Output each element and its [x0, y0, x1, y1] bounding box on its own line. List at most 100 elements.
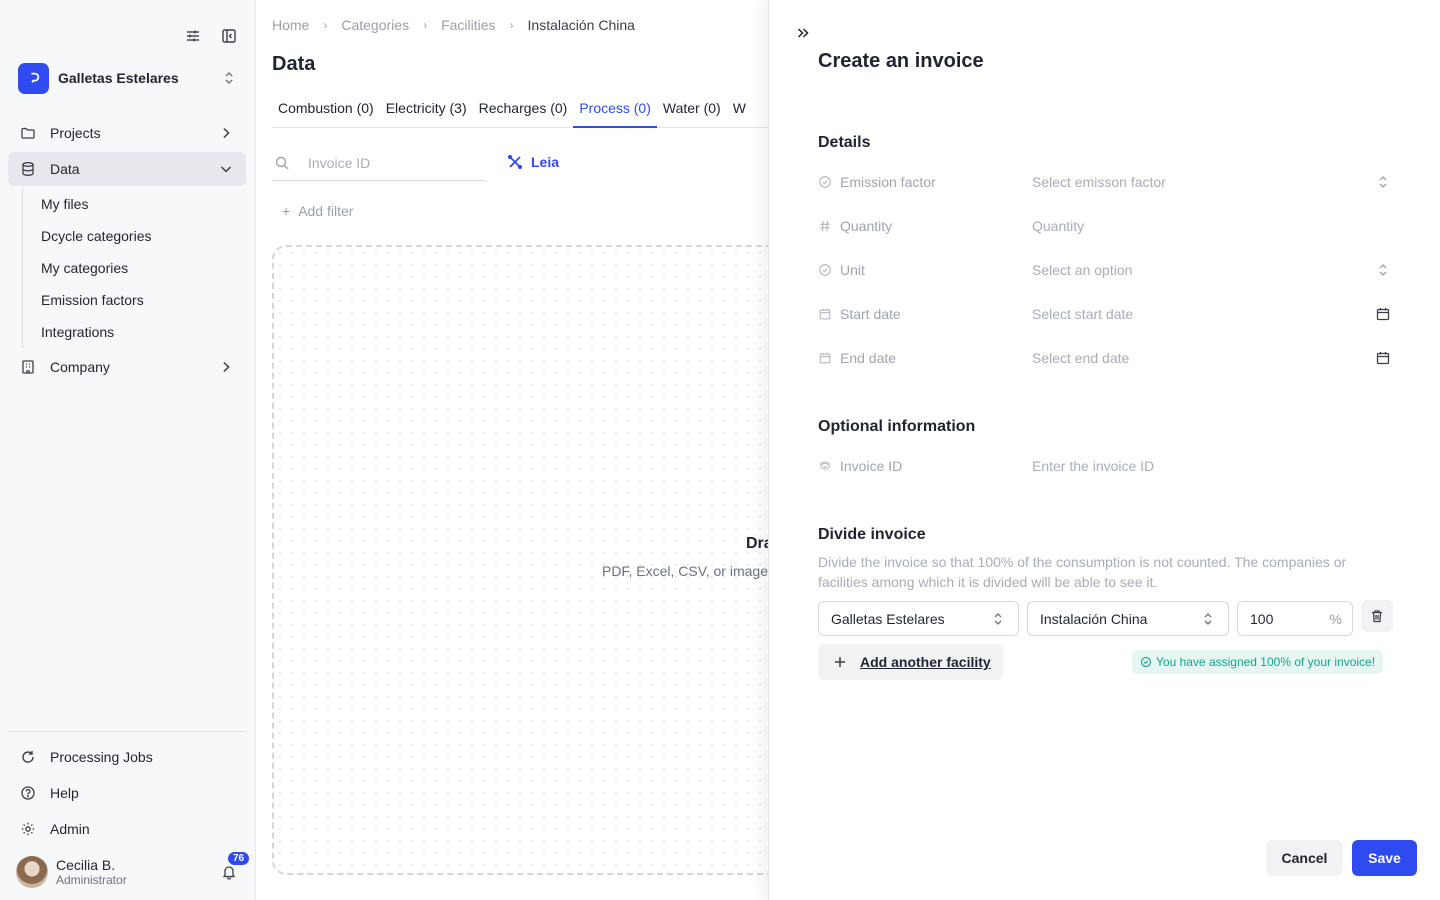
start-date-label-wrap: Start date [818, 306, 1031, 322]
tab-electricity[interactable]: Electricity (3) [380, 92, 473, 128]
company-select[interactable]: Galletas Estelares [818, 601, 1019, 636]
quantity-label-wrap: Quantity [818, 218, 1031, 234]
percentage-input[interactable]: 100 % [1237, 601, 1353, 636]
cancel-button[interactable]: Cancel [1266, 840, 1343, 876]
delete-division-button[interactable] [1361, 600, 1393, 632]
category-tabs: Combustion (0) Electricity (3) Recharges… [272, 92, 768, 128]
breadcrumb-categories[interactable]: Categories [341, 17, 409, 33]
emission-factor-select[interactable]: Select emisson factor [1031, 172, 1393, 192]
chevron-right-icon [216, 123, 236, 143]
chevron-updown-icon [988, 609, 1008, 629]
user-info: Cecilia B. Administrator [56, 857, 219, 887]
chevron-right-icon [216, 357, 236, 377]
breadcrumb-facilities[interactable]: Facilities [441, 17, 495, 33]
emission-factor-placeholder: Select emisson factor [1032, 174, 1166, 190]
calendar-icon [818, 307, 832, 321]
file-dropzone[interactable]: Dra PDF, Excel, CSV, or image [272, 245, 768, 875]
invoice-id-row: Invoice ID Enter the invoice ID [818, 450, 1393, 482]
assigned-status-text: You have assigned 100% of your invoice! [1156, 655, 1376, 669]
org-switcher[interactable]: Galletas Estelares [18, 62, 239, 94]
sidebar-item-processing-jobs[interactable]: Processing Jobs [8, 740, 246, 774]
search-icon [272, 153, 292, 173]
sidebar-item-label: Data [50, 161, 80, 177]
main-content: Home › Categories › Facilities › Instala… [256, 0, 768, 900]
collapse-drawer-icon[interactable] [793, 23, 813, 43]
sidebar-nav: Projects Data My files Dcycle categories… [8, 116, 246, 386]
help-icon [18, 783, 38, 803]
end-date-picker[interactable]: Select end date [1031, 348, 1393, 368]
notifications-button[interactable]: 76 [219, 850, 252, 882]
sidebar-item-projects[interactable]: Projects [8, 116, 246, 150]
sidebar-item-data[interactable]: Data [8, 152, 246, 186]
sidebar-item-label: Projects [50, 125, 101, 141]
tab-recharges[interactable]: Recharges (0) [473, 92, 574, 128]
sidebar-item-admin[interactable]: Admin [8, 812, 246, 846]
calendar-icon[interactable] [1373, 304, 1393, 324]
sidebar-item-company[interactable]: Company [8, 350, 246, 384]
drawer-title: Create an invoice [818, 50, 984, 72]
facility-select[interactable]: Instalación China [1027, 601, 1229, 636]
sidebar-subitem-dcycle-categories[interactable]: Dcycle categories [23, 220, 246, 252]
tab-process[interactable]: Process (0) [573, 92, 657, 128]
add-filter-button[interactable]: + Add filter [282, 203, 353, 219]
gear-icon [18, 819, 38, 839]
percentage-unit: % [1329, 610, 1342, 627]
trash-icon [1367, 606, 1387, 626]
divide-invoice-title: Divide invoice [818, 526, 926, 543]
fingerprint-icon [818, 459, 832, 473]
unit-row: Unit Select an option [818, 254, 1393, 286]
leia-button[interactable]: Leia [505, 152, 559, 172]
calendar-icon [818, 351, 832, 365]
start-date-picker[interactable]: Select start date [1031, 304, 1393, 324]
tab-more[interactable]: W [727, 92, 752, 128]
sidebar-subitem-my-files[interactable]: My files [23, 188, 246, 220]
invoice-id-label-wrap: Invoice ID [818, 458, 1031, 474]
details-title: Details [818, 134, 871, 151]
plus-icon: + [282, 203, 291, 219]
tab-water[interactable]: Water (0) [657, 92, 727, 128]
invoice-search-input[interactable]: Invoice ID [272, 145, 486, 181]
sidebar: Galletas Estelares Projects Data My file… [0, 0, 256, 900]
breadcrumb-home[interactable]: Home [272, 17, 309, 33]
emission-factor-row: Emission factor Select emisson factor [818, 166, 1393, 198]
dropzone-subtitle: PDF, Excel, CSV, or image [602, 563, 768, 579]
add-another-facility-button[interactable]: Add another facility [818, 644, 1003, 680]
invoice-id-input[interactable]: Enter the invoice ID [1031, 458, 1393, 474]
dropzone-title: Dra [746, 535, 768, 552]
unit-label-wrap: Unit [818, 262, 1031, 278]
search-placeholder: Invoice ID [308, 154, 371, 171]
calendar-icon[interactable] [1373, 348, 1393, 368]
end-date-row: End date Select end date [818, 342, 1393, 374]
data-subnav: My files Dcycle categories My categories… [22, 188, 246, 348]
folder-icon [18, 123, 38, 143]
org-name: Galletas Estelares [58, 70, 179, 86]
end-date-label-wrap: End date [818, 350, 1031, 366]
quantity-input[interactable]: Quantity [1031, 218, 1393, 234]
sidebar-subitem-my-categories[interactable]: My categories [23, 252, 246, 284]
sidebar-item-help[interactable]: Help [8, 776, 246, 810]
tab-combustion[interactable]: Combustion (0) [272, 92, 380, 128]
user-role: Administrator [56, 873, 127, 887]
sidebar-item-label: Company [50, 359, 110, 375]
chevron-updown-icon [219, 68, 239, 88]
company-value: Galletas Estelares [831, 610, 945, 627]
start-date-row: Start date Select start date [818, 298, 1393, 330]
user-name: Cecilia B. [56, 857, 116, 873]
save-button[interactable]: Save [1352, 840, 1417, 876]
sidebar-subitem-emission-factors[interactable]: Emission factors [23, 284, 246, 316]
chevron-down-icon [216, 159, 236, 179]
invoice-id-label: Invoice ID [840, 458, 903, 474]
avatar [16, 856, 48, 888]
collapse-sidebar-icon[interactable] [219, 26, 239, 46]
user-profile[interactable]: Cecilia B. Administrator 76 [16, 850, 252, 892]
start-date-label: Start date [840, 306, 901, 322]
sidebar-subitem-integrations[interactable]: Integrations [23, 316, 246, 348]
unit-select[interactable]: Select an option [1031, 260, 1393, 280]
sparkle-icon [505, 152, 525, 172]
facility-value: Instalación China [1040, 610, 1148, 627]
sliders-icon[interactable] [183, 26, 203, 46]
hash-icon [818, 219, 832, 233]
sidebar-top-icons [183, 26, 239, 46]
check-circle-icon [818, 175, 832, 189]
chevron-right-icon: › [509, 18, 514, 32]
